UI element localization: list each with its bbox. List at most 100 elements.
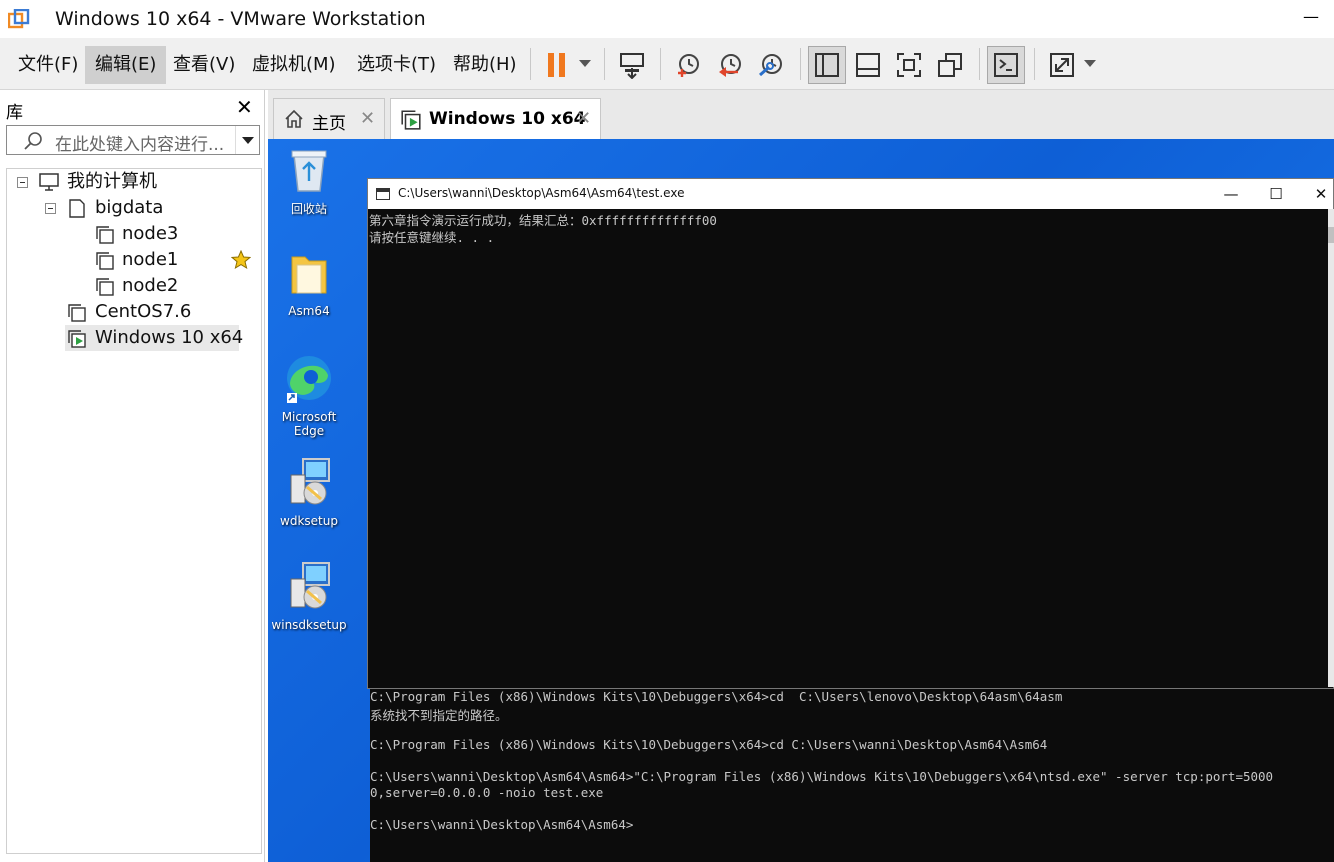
full-screen-icon: [897, 53, 921, 77]
library-view-icon: [815, 53, 839, 77]
library-panel: 库 ✕ 在此处键入内容进行... 我的计算机 bigdata node3 nod…: [0, 90, 265, 862]
stretch-guest-icon: [1050, 53, 1074, 77]
console-line: C:\Users\wanni\Desktop\Asm64\Asm64>"C:\P…: [370, 769, 1274, 784]
menu-help[interactable]: 帮助(H): [443, 46, 527, 84]
send-ctrl-alt-del-button[interactable]: [613, 46, 651, 84]
console-line: C:\Program Files (x86)\Windows Kits\10\D…: [370, 737, 1048, 752]
recycle-bin-icon: [291, 150, 327, 192]
desktop-icon-asm64[interactable]: Asm64: [268, 251, 350, 318]
desktop-icon-label: 回收站: [290, 202, 327, 216]
window-title: Windows 10 x64 - VMware Workstation: [55, 8, 426, 30]
console-output-line: 请按任意键继续. . .: [369, 230, 495, 245]
unity-button[interactable]: [931, 46, 969, 84]
console-title: C:\Users\wanni\Desktop\Asm64\Asm64\test.…: [398, 186, 685, 200]
library-tree: 我的计算机 bigdata node3 node1 node2 CentOS7.…: [6, 168, 262, 854]
full-screen-button[interactable]: [890, 46, 928, 84]
thumbnail-bar-button[interactable]: [849, 46, 887, 84]
edge-icon: [287, 356, 331, 403]
tree-item-bigdata[interactable]: bigdata: [7, 195, 257, 221]
menu-vm[interactable]: 虚拟机(M): [242, 46, 346, 84]
console-maximize-button[interactable]: ☐: [1253, 181, 1299, 207]
toolbar-separator: [530, 48, 531, 80]
collapse-toggle[interactable]: [17, 177, 28, 188]
desktop-icon-recycle-bin[interactable]: 回收站: [268, 147, 350, 217]
console-minimize-button[interactable]: —: [1208, 181, 1254, 207]
desktop-icon-winsdksetup[interactable]: winsdksetup: [268, 561, 350, 632]
installer-icon: [290, 562, 330, 609]
tree-item-node1[interactable]: node1: [7, 247, 257, 273]
snapshot-manager-icon: [759, 54, 782, 77]
menu-tabs[interactable]: 选项卡(T): [347, 46, 446, 84]
menu-file[interactable]: 文件(F): [8, 46, 88, 84]
console-line: 系统找不到指定的路径。: [370, 708, 508, 723]
vm-icon: [68, 304, 86, 322]
show-library-button[interactable]: [808, 46, 846, 84]
tree-item-node2[interactable]: node2: [7, 273, 257, 299]
library-search-input[interactable]: 在此处键入内容进行...: [6, 125, 260, 155]
background-console-window[interactable]: C:\Program Files (x86)\Windows Kits\10\D…: [370, 688, 1334, 862]
desktop-icon-edge[interactable]: Microsoft Edge: [268, 353, 350, 438]
tree-item-label: bigdata: [95, 197, 164, 218]
revert-snapshot-button[interactable]: [711, 46, 749, 84]
vm-running-icon: [68, 330, 86, 348]
installer-icon: [290, 458, 330, 505]
tab-label: 主页: [312, 114, 346, 134]
desktop-icon-wdksetup[interactable]: wdksetup: [268, 457, 350, 528]
take-snapshot-button[interactable]: [669, 46, 707, 84]
desktop-icon-label: wdksetup: [280, 514, 338, 528]
tab-home[interactable]: 主页 ✕: [273, 98, 385, 139]
vm-icon: [96, 226, 114, 244]
snapshot-take-icon: [678, 54, 699, 77]
tree-item-node3[interactable]: node3: [7, 221, 257, 247]
toolbar-separator: [604, 48, 605, 80]
vm-running-icon: [401, 110, 421, 130]
scrollbar-thumb[interactable]: [1328, 227, 1334, 243]
computer-icon: [39, 173, 59, 191]
tab-close-button[interactable]: ✕: [576, 108, 591, 129]
console-view-button[interactable]: [987, 46, 1025, 84]
pause-button[interactable]: [538, 46, 576, 84]
thumbnail-bar-icon: [856, 53, 880, 77]
toolbar-separator: [1034, 48, 1035, 80]
tab-bar: 主页 ✕ Windows 10 x64 ✕: [268, 90, 1334, 139]
stretch-dropdown-arrow[interactable]: [1084, 60, 1096, 67]
menu-edit[interactable]: 编辑(E): [85, 46, 167, 84]
toolbar-separator: [660, 48, 661, 80]
snapshot-manager-button[interactable]: [752, 46, 790, 84]
console-title-bar[interactable]: C:\Users\wanni\Desktop\Asm64\Asm64\test.…: [368, 179, 1333, 209]
console-prompt: C:\Users\wanni\Desktop\Asm64\Asm64>: [370, 817, 634, 832]
toolbar-separator: [979, 48, 980, 80]
tree-item-label: Windows 10 x64: [95, 327, 244, 348]
vmware-logo-icon: [8, 9, 30, 29]
search-dropdown-button[interactable]: [235, 126, 259, 154]
toolbar-separator: [800, 48, 801, 80]
folder-icon: [291, 256, 327, 294]
console-app-icon: [376, 188, 390, 200]
collapse-toggle[interactable]: [45, 203, 56, 214]
test-exe-console-window[interactable]: C:\Users\wanni\Desktop\Asm64\Asm64\test.…: [367, 178, 1334, 689]
unity-icon: [938, 53, 962, 77]
console-close-button[interactable]: ✕: [1298, 181, 1334, 207]
minimize-button[interactable]: —: [1296, 6, 1326, 32]
tree-item-my-computer[interactable]: 我的计算机: [7, 169, 257, 195]
menu-view[interactable]: 查看(V): [163, 46, 245, 84]
tab-windows10[interactable]: Windows 10 x64 ✕: [390, 98, 601, 139]
tree-item-label: CentOS7.6: [95, 301, 192, 322]
title-bar: Windows 10 x64 - VMware Workstation —: [0, 0, 1334, 38]
tab-close-button[interactable]: ✕: [360, 108, 375, 129]
pause-icon: [548, 53, 565, 77]
console-scrollbar[interactable]: [1328, 209, 1334, 687]
stretch-guest-button[interactable]: [1043, 46, 1081, 84]
desktop-icon-label: Asm64: [288, 304, 330, 318]
snapshot-revert-icon: [719, 54, 741, 77]
console-line: 0,server=0.0.0.0 -noio test.exe: [370, 785, 604, 800]
tree-item-windows10[interactable]: Windows 10 x64: [65, 325, 243, 351]
home-icon: [285, 109, 303, 128]
tree-item-centos[interactable]: CentOS7.6: [7, 299, 257, 325]
desktop-icon-label: winsdksetup: [271, 618, 347, 632]
favorite-star-icon[interactable]: [231, 250, 251, 270]
pause-dropdown-arrow[interactable]: [579, 60, 591, 67]
tree-item-label: node1: [122, 249, 179, 270]
search-placeholder: 在此处键入内容进行...: [55, 135, 225, 155]
library-close-button[interactable]: ✕: [236, 95, 253, 119]
